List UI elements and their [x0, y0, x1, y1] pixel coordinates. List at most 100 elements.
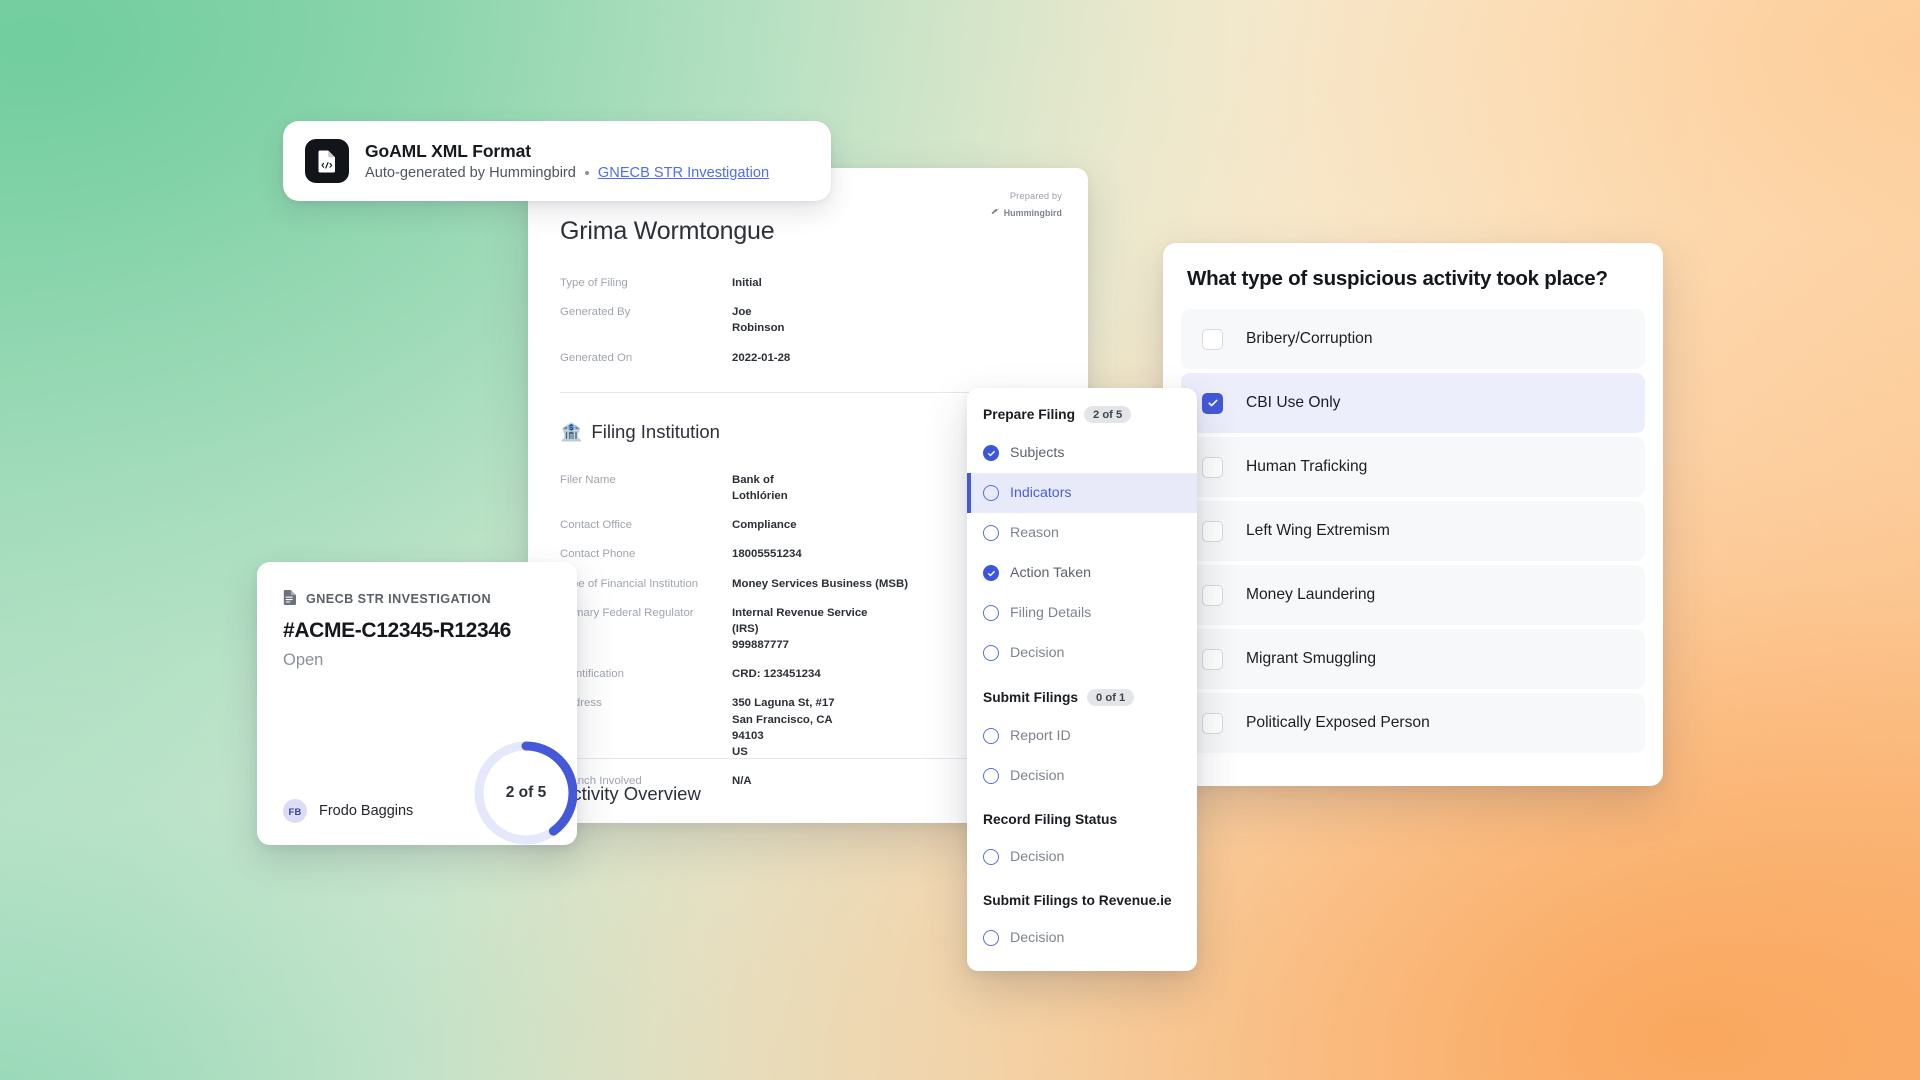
- case-type-row: GNECB STR INVESTIGATION: [283, 589, 551, 609]
- checklist-item[interactable]: Report ID: [967, 716, 1197, 756]
- empty-circle-icon: [983, 485, 999, 501]
- checklist-item-label: Indicators: [1010, 485, 1072, 501]
- checklist-group-badge: 2 of 5: [1084, 406, 1132, 423]
- check-circle-icon: [983, 565, 999, 581]
- empty-circle-icon: [983, 930, 999, 946]
- checkbox[interactable]: [1202, 456, 1223, 478]
- suspicious-activity-panel: What type of suspicious activity took pl…: [1163, 243, 1663, 786]
- detail-value: Bank of Lothlórien: [732, 473, 788, 502]
- xml-file-icon: [305, 139, 349, 183]
- bullet-separator-icon: [584, 171, 589, 175]
- activity-overview-title: Activity Overview: [560, 783, 701, 804]
- checklist-item[interactable]: Reason: [967, 513, 1197, 553]
- detail-label: Generated By: [560, 306, 631, 319]
- activity-option-label: Money Laundering: [1246, 586, 1376, 603]
- detail-value: Money Services Business (MSB): [732, 577, 908, 590]
- checklist-group-header: Prepare Filing 2 of 5: [967, 406, 1197, 423]
- activity-option-label: Human Traficking: [1246, 458, 1368, 475]
- checklist-group-title: Submit Filings: [983, 690, 1079, 705]
- progress-donut: 2 of 5: [467, 734, 577, 845]
- checkbox[interactable]: [1202, 712, 1223, 734]
- checklist-group-title: Submit Filings to Revenue.ie: [983, 893, 1172, 908]
- checklist-item[interactable]: Decision: [967, 633, 1197, 673]
- case-summary-card[interactable]: GNECB STR INVESTIGATION #ACME-C12345-R12…: [257, 562, 577, 845]
- checklist-group-title: Prepare Filing: [983, 407, 1076, 422]
- checklist-item-label: Subjects: [1010, 445, 1065, 461]
- activity-option-list: Bribery/Corruption CBI Use Only Human Traf…: [1181, 309, 1645, 753]
- detail-value: Joe Robinson: [732, 306, 785, 335]
- detail-value: Initial: [732, 277, 762, 289]
- checklist-item-label: Decision: [1010, 768, 1065, 784]
- checklist-item-label: Reason: [1010, 525, 1059, 541]
- prepared-by-label: Prepared by: [1009, 190, 1062, 201]
- panel-question: What type of suspicious activity took pl…: [1187, 267, 1608, 290]
- activity-option-row[interactable]: Left Wing Extremism: [1181, 501, 1645, 561]
- activity-option-label: Left Wing Extremism: [1246, 522, 1390, 539]
- detail-row: Type of Filing Initial: [560, 275, 1056, 291]
- checklist-item-label: Action Taken: [1010, 565, 1091, 581]
- activity-option-row[interactable]: CBI Use Only: [1181, 373, 1645, 433]
- detail-label: Filer Name: [560, 473, 616, 486]
- brand-name: Hummingbird: [1003, 207, 1062, 218]
- checkbox[interactable]: [1202, 584, 1223, 606]
- detail-value: 350 Laguna St, #17 San Francisco, CA 94103…: [732, 697, 835, 758]
- detail-row: Generated By Joe Robinson: [560, 304, 1056, 336]
- detail-label: Identification: [560, 668, 624, 681]
- case-assignee[interactable]: FB Frodo Baggins: [283, 799, 413, 823]
- empty-circle-icon: [983, 849, 999, 865]
- empty-circle-icon: [983, 768, 999, 784]
- checklist-item-label: Report ID: [1010, 728, 1071, 744]
- empty-circle-icon: [983, 605, 999, 621]
- bank-icon: 🏦: [560, 421, 583, 442]
- checklist-group-header: Submit Filings 0 of 1: [967, 689, 1197, 706]
- filing-institution-title: Filing Institution: [591, 420, 720, 442]
- detail-label: Type of Filing: [560, 277, 628, 289]
- progress-donut-label: 2 of 5: [505, 784, 547, 801]
- detail-value: 18005551234: [732, 548, 802, 561]
- activity-option-row[interactable]: Migrant Smuggling: [1181, 629, 1645, 689]
- detail-label: Primary Federal Regulator: [560, 606, 694, 619]
- checklist-item[interactable]: Decision: [967, 918, 1197, 958]
- checklist-item-label: Decision: [1010, 930, 1065, 946]
- detail-value: N/A: [732, 775, 752, 788]
- checklist-item-label: Decision: [1010, 645, 1065, 661]
- filing-checklist-panel: Prepare Filing 2 of 5 Subjects Indicators Re…: [967, 388, 1197, 971]
- detail-label: Contact Phone: [560, 548, 636, 561]
- checklist-group-badge: 0 of 1: [1087, 689, 1135, 706]
- empty-circle-icon: [983, 525, 999, 541]
- activity-option-row[interactable]: Politically Exposed Person: [1181, 693, 1645, 753]
- avatar: FB: [283, 799, 307, 823]
- checkbox[interactable]: [1202, 328, 1223, 350]
- empty-circle-icon: [983, 728, 999, 744]
- activity-option-row[interactable]: Bribery/Corruption: [1181, 309, 1645, 369]
- activity-option-label: Bribery/Corruption: [1246, 330, 1373, 347]
- checklist-group-header: Submit Filings to Revenue.ie: [967, 893, 1197, 908]
- hummingbird-logo-icon: [991, 206, 1000, 219]
- detail-row: Generated On 2022-01-28: [560, 350, 1056, 366]
- goaml-format-card[interactable]: GoAML XML Format Auto-generated by Hummi…: [283, 121, 831, 201]
- case-type-label: GNECB STR INVESTIGATION: [306, 592, 492, 606]
- activity-option-label: Migrant Smuggling: [1246, 650, 1377, 667]
- activity-option-row[interactable]: Human Traficking: [1181, 437, 1645, 497]
- checklist-item-label: Decision: [1010, 849, 1065, 865]
- case-link[interactable]: GNECB STR Investigation: [598, 165, 769, 181]
- activity-option-row[interactable]: Money Laundering: [1181, 565, 1645, 625]
- goaml-subtitle-row: Auto-generated by Hummingbird GNECB STR …: [365, 165, 769, 181]
- checkbox[interactable]: [1202, 392, 1223, 414]
- screenshot-canvas: Prepared by Hummingbird Grima Wormtongue…: [0, 0, 1920, 1080]
- checklist-item[interactable]: Action Taken: [967, 553, 1197, 593]
- case-status: Open: [283, 651, 324, 669]
- assignee-name: Frodo Baggins: [319, 803, 414, 819]
- detail-label: Generated On: [560, 351, 633, 364]
- detail-value: 2022-01-28: [732, 351, 791, 364]
- checklist-group-header: Record Filing Status: [967, 812, 1197, 827]
- checkbox[interactable]: [1202, 520, 1223, 542]
- checkbox[interactable]: [1202, 648, 1223, 670]
- checklist-item[interactable]: Decision: [967, 756, 1197, 796]
- prepared-by-block: Prepared by Hummingbird: [991, 190, 1062, 219]
- checklist-item[interactable]: Subjects: [967, 433, 1197, 473]
- checklist-item[interactable]: Decision: [967, 837, 1197, 877]
- goaml-title: GoAML XML Format: [365, 141, 531, 161]
- checklist-item[interactable]: Indicators: [967, 473, 1197, 513]
- checklist-item[interactable]: Filing Details: [967, 593, 1197, 633]
